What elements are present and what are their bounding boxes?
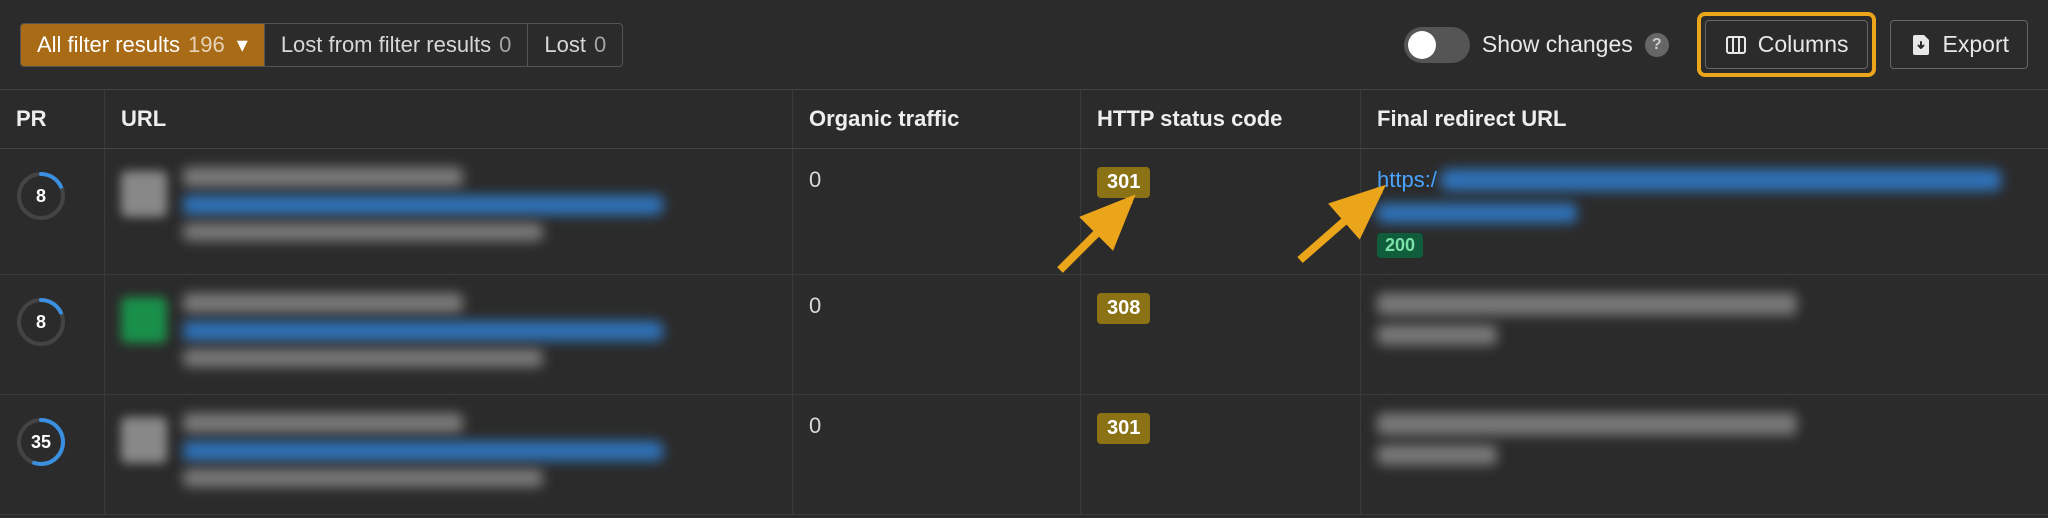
status-badge: 200 xyxy=(1377,233,1423,258)
toolbar: All filter results 196 ▾ Lost from filter r… xyxy=(0,0,2048,89)
url-link-redacted xyxy=(183,195,663,215)
col-header-http[interactable]: HTTP status code xyxy=(1080,90,1360,148)
url-meta-redacted xyxy=(183,469,543,487)
filter-tab-count: 0 xyxy=(594,32,606,58)
results-table: PR URL Organic traffic HTTP status code … xyxy=(0,89,2048,515)
cell-traffic: 0 xyxy=(792,275,1080,394)
show-changes-label: Show changes xyxy=(1482,31,1633,58)
col-header-url[interactable]: URL xyxy=(104,90,792,148)
columns-icon xyxy=(1724,33,1748,57)
show-changes-control: Show changes ? xyxy=(1404,27,1669,63)
pr-ring: 8 xyxy=(16,297,66,347)
cell-traffic: 0 xyxy=(792,395,1080,514)
redirect-url-prefix: https:/ xyxy=(1377,167,1437,193)
cell-url[interactable] xyxy=(104,149,792,274)
table-row: 8 0 308 xyxy=(0,275,2048,395)
show-changes-toggle[interactable] xyxy=(1404,27,1470,63)
col-header-traffic[interactable]: Organic traffic xyxy=(792,90,1080,148)
cell-url[interactable] xyxy=(104,395,792,514)
download-file-icon xyxy=(1909,33,1933,57)
filter-tab-count: 0 xyxy=(499,32,511,58)
filter-tab[interactable]: All filter results 196 ▾ xyxy=(21,24,265,66)
pr-value: 35 xyxy=(31,432,51,453)
redirect-url-redacted xyxy=(1377,325,1497,345)
export-button-label: Export xyxy=(1943,31,2009,58)
cell-redirect-url[interactable] xyxy=(1360,395,2048,514)
url-title-redacted xyxy=(183,167,463,187)
table-row: 35 0 301 xyxy=(0,395,2048,515)
status-badge: 301 xyxy=(1097,413,1150,444)
filter-tabs: All filter results 196 ▾ Lost from filter r… xyxy=(20,23,623,67)
columns-button[interactable]: Columns xyxy=(1705,20,1868,69)
cell-traffic: 0 xyxy=(792,149,1080,274)
filter-tab-label: Lost xyxy=(544,32,586,58)
cell-pr: 8 xyxy=(0,149,104,274)
filter-tab[interactable]: Lost 0 xyxy=(528,24,622,66)
chevron-down-icon: ▾ xyxy=(237,32,248,58)
pr-ring: 8 xyxy=(16,171,66,221)
url-link-redacted xyxy=(183,321,663,341)
url-meta-redacted xyxy=(183,349,543,367)
help-icon[interactable]: ? xyxy=(1645,33,1669,57)
cell-url[interactable] xyxy=(104,275,792,394)
cell-pr: 35 xyxy=(0,395,104,514)
columns-button-label: Columns xyxy=(1758,31,1849,58)
filter-tab[interactable]: Lost from filter results 0 xyxy=(265,24,529,66)
pr-value: 8 xyxy=(36,312,46,333)
table-body: 8 0 301 https:/ 200 8 0 308 35 0 301 xyxy=(0,149,2048,515)
redirect-url-redacted xyxy=(1377,413,1797,435)
filter-tab-label: All filter results xyxy=(37,32,180,58)
favicon xyxy=(121,171,167,217)
pr-value: 8 xyxy=(36,186,46,207)
col-header-redirect[interactable]: Final redirect URL xyxy=(1360,90,2048,148)
favicon xyxy=(121,417,167,463)
redirect-url-redacted xyxy=(1377,445,1497,465)
table-header: PR URL Organic traffic HTTP status code … xyxy=(0,89,2048,149)
col-header-pr[interactable]: PR xyxy=(0,90,104,148)
filter-tab-label: Lost from filter results xyxy=(281,32,491,58)
cell-pr: 8 xyxy=(0,275,104,394)
cell-http-status: 308 xyxy=(1080,275,1360,394)
url-link-redacted xyxy=(183,441,663,461)
status-badge: 308 xyxy=(1097,293,1150,324)
cell-http-status: 301 xyxy=(1080,395,1360,514)
columns-button-highlight: Columns xyxy=(1697,12,1876,77)
cell-redirect-url[interactable]: https:/ 200 xyxy=(1360,149,2048,274)
url-title-redacted xyxy=(183,413,463,433)
filter-tab-count: 196 xyxy=(188,32,225,58)
url-title-redacted xyxy=(183,293,463,313)
redirect-url-redacted xyxy=(1377,293,1797,315)
export-button[interactable]: Export xyxy=(1890,20,2028,69)
status-badge: 301 xyxy=(1097,167,1150,198)
pr-ring: 35 xyxy=(16,417,66,467)
cell-http-status: 301 xyxy=(1080,149,1360,274)
table-row: 8 0 301 https:/ 200 xyxy=(0,149,2048,275)
redirect-url-redacted xyxy=(1441,169,2001,191)
cell-redirect-url[interactable] xyxy=(1360,275,2048,394)
favicon xyxy=(121,297,167,343)
redirect-url-redacted xyxy=(1377,203,1577,223)
url-meta-redacted xyxy=(183,223,543,241)
